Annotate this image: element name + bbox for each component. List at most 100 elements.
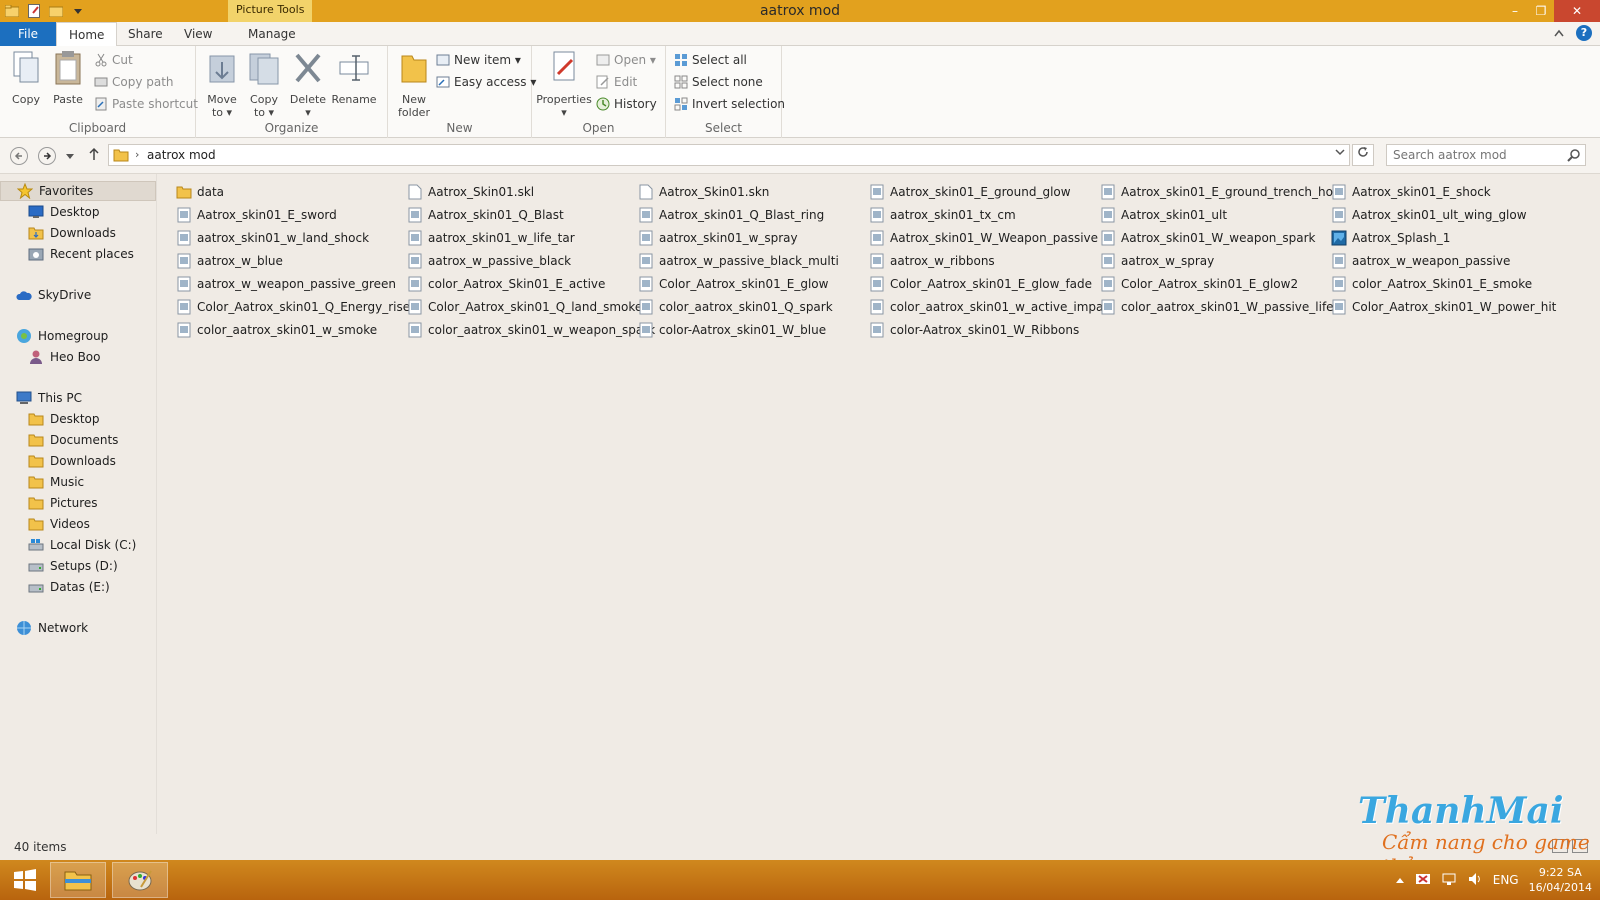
edit-button[interactable]: Edit — [596, 72, 637, 92]
paste-button[interactable]: Paste — [48, 50, 88, 106]
network-status-icon[interactable] — [1441, 872, 1457, 889]
file-item[interactable]: Aatrox_skin01_E_sword — [176, 204, 337, 226]
file-item[interactable]: color_aatrox_skin01_w_smoke — [176, 319, 377, 341]
file-item[interactable]: color_aatrox_skin01_Q_spark — [638, 296, 833, 318]
properties-icon[interactable] — [26, 3, 42, 19]
new-folder-icon[interactable] — [48, 3, 64, 19]
taskbar-file-explorer[interactable] — [50, 862, 106, 898]
cut-button[interactable]: Cut — [94, 50, 133, 70]
file-item[interactable]: color_aatrox_skin01_w_active_impact — [869, 296, 1115, 318]
tab-share[interactable]: Share — [116, 22, 175, 46]
file-item[interactable]: Aatrox_skin01_W_Weapon_passive — [869, 227, 1098, 249]
file-item[interactable]: color-Aatrox_skin01_W_blue — [638, 319, 826, 341]
file-item[interactable]: aatrox_w_passive_black — [407, 250, 571, 272]
file-item[interactable]: Aatrox_skin01_W_weapon_spark — [1100, 227, 1316, 249]
close-button[interactable]: ✕ — [1554, 0, 1600, 22]
nav-pc-desktop[interactable]: Desktop — [0, 409, 156, 429]
nav-pc-downloads[interactable]: Downloads — [0, 451, 156, 471]
file-item[interactable]: Color_Aatrox_skin01_E_glow2 — [1100, 273, 1298, 295]
nav-favorites[interactable]: Favorites — [0, 181, 156, 201]
select-all-button[interactable]: Select all — [674, 50, 747, 70]
file-item[interactable]: Aatrox_skin01_E_ground_glow — [869, 181, 1071, 203]
search-input[interactable] — [1387, 145, 1557, 165]
file-item[interactable]: Aatrox_Skin01.skl — [407, 181, 534, 203]
file-item[interactable]: aatrox_w_passive_black_multi — [638, 250, 839, 272]
file-item[interactable]: Color_Aatrox_skin01_Q_Energy_rise — [176, 296, 410, 318]
tab-manage[interactable]: Manage — [236, 22, 308, 46]
search-icon[interactable] — [1567, 148, 1581, 165]
nav-documents[interactable]: Documents — [0, 430, 156, 450]
start-button[interactable] — [6, 866, 44, 894]
file-item[interactable]: Color_Aatrox_skin01_E_glow — [638, 273, 828, 295]
clock[interactable]: 9:22 SA 16/04/2014 — [1529, 865, 1592, 895]
file-item[interactable]: aatrox_skin01_w_land_shock — [176, 227, 369, 249]
nav-videos[interactable]: Videos — [0, 514, 156, 534]
nav-this-pc[interactable]: This PC — [0, 388, 156, 408]
customize-toolbar-icon[interactable] — [70, 3, 86, 19]
refresh-button[interactable] — [1352, 144, 1374, 166]
up-button[interactable] — [88, 147, 100, 164]
breadcrumb-path[interactable]: aatrox mod — [147, 148, 216, 162]
nav-heo-boo[interactable]: Heo Boo — [0, 347, 156, 367]
volume-icon[interactable] — [1467, 872, 1483, 889]
address-history-dropdown[interactable] — [1335, 148, 1345, 159]
file-item[interactable]: aatrox_skin01_w_life_tar — [407, 227, 575, 249]
file-item[interactable]: aatrox_skin01_tx_cm — [869, 204, 1016, 226]
file-item[interactable]: color-Aatrox_skin01_W_Ribbons — [869, 319, 1079, 341]
address-bar[interactable]: › aatrox mod — [108, 144, 1350, 166]
tab-view[interactable]: View — [172, 22, 224, 46]
paste-shortcut-button[interactable]: Paste shortcut — [94, 94, 198, 114]
file-item[interactable]: Aatrox_skin01_Q_Blast — [407, 204, 564, 226]
easy-access-button[interactable]: Easy access ▾ — [436, 72, 536, 92]
nav-pictures[interactable]: Pictures — [0, 493, 156, 513]
recent-locations-dropdown[interactable] — [66, 149, 74, 163]
maximize-button[interactable]: ❐ — [1528, 0, 1554, 22]
help-icon[interactable]: ? — [1576, 25, 1592, 41]
new-item-button[interactable]: New item ▾ — [436, 50, 521, 70]
file-item[interactable]: aatrox_w_blue — [176, 250, 283, 272]
nav-recent-places[interactable]: Recent places — [0, 244, 156, 264]
select-none-button[interactable]: Select none — [674, 72, 763, 92]
nav-setups-d[interactable]: Setups (D:) — [0, 556, 156, 576]
file-item[interactable]: Aatrox_skin01_ult_wing_glow — [1331, 204, 1527, 226]
file-item[interactable]: data — [176, 181, 224, 203]
file-item[interactable]: color_Aatrox_Skin01_E_active — [407, 273, 605, 295]
file-item[interactable]: aatrox_w_spray — [1100, 250, 1214, 272]
minimize-button[interactable]: – — [1502, 0, 1528, 22]
file-item[interactable]: Aatrox_skin01_Q_Blast_ring — [638, 204, 824, 226]
history-button[interactable]: History — [596, 94, 657, 114]
forward-button[interactable] — [38, 147, 56, 165]
file-item[interactable]: aatrox_w_ribbons — [869, 250, 995, 272]
file-item[interactable]: Aatrox_skin01_E_shock — [1331, 181, 1491, 203]
folder-icon[interactable] — [4, 3, 20, 19]
show-hidden-icons-icon[interactable] — [1395, 873, 1405, 887]
action-center-icon[interactable] — [1415, 872, 1431, 889]
collapse-ribbon-icon[interactable] — [1554, 26, 1564, 40]
tab-file[interactable]: File — [0, 22, 56, 46]
nav-datas-e[interactable]: Datas (E:) — [0, 577, 156, 597]
copy-button[interactable]: Copy — [6, 50, 46, 106]
nav-homegroup[interactable]: Homegroup — [0, 326, 156, 346]
file-item[interactable]: aatrox_w_weapon_passive_green — [176, 273, 396, 295]
file-item[interactable]: color_aatrox_skin01_w_weapon_spark — [407, 319, 655, 341]
new-folder-button[interactable]: New folder — [394, 50, 434, 119]
file-item[interactable]: Color_Aatrox_skin01_E_glow_fade — [869, 273, 1092, 295]
open-button[interactable]: Open ▾ — [596, 50, 656, 70]
delete-button[interactable]: Delete ▾ — [288, 50, 328, 119]
tab-home[interactable]: Home — [56, 22, 118, 46]
nav-skydrive[interactable]: SkyDrive — [0, 285, 156, 305]
nav-local-disk-c[interactable]: Local Disk (C:) — [0, 535, 156, 555]
taskbar-paint[interactable] — [112, 862, 168, 898]
file-item[interactable]: aatrox_w_weapon_passive — [1331, 250, 1510, 272]
back-button[interactable] — [10, 147, 28, 165]
move-to-button[interactable]: Move to ▾ — [202, 50, 242, 119]
copy-path-button[interactable]: Copy path — [94, 72, 174, 92]
nav-network[interactable]: Network — [0, 618, 156, 638]
nav-music[interactable]: Music — [0, 472, 156, 492]
file-item[interactable]: Aatrox_skin01_ult — [1100, 204, 1227, 226]
file-item[interactable]: color_Aatrox_Skin01_E_smoke — [1331, 273, 1532, 295]
file-item[interactable]: aatrox_skin01_w_spray — [638, 227, 798, 249]
properties-button[interactable]: Properties ▾ — [536, 50, 592, 119]
invert-selection-button[interactable]: Invert selection — [674, 94, 785, 114]
nav-favorites-desktop[interactable]: Desktop — [0, 202, 156, 222]
